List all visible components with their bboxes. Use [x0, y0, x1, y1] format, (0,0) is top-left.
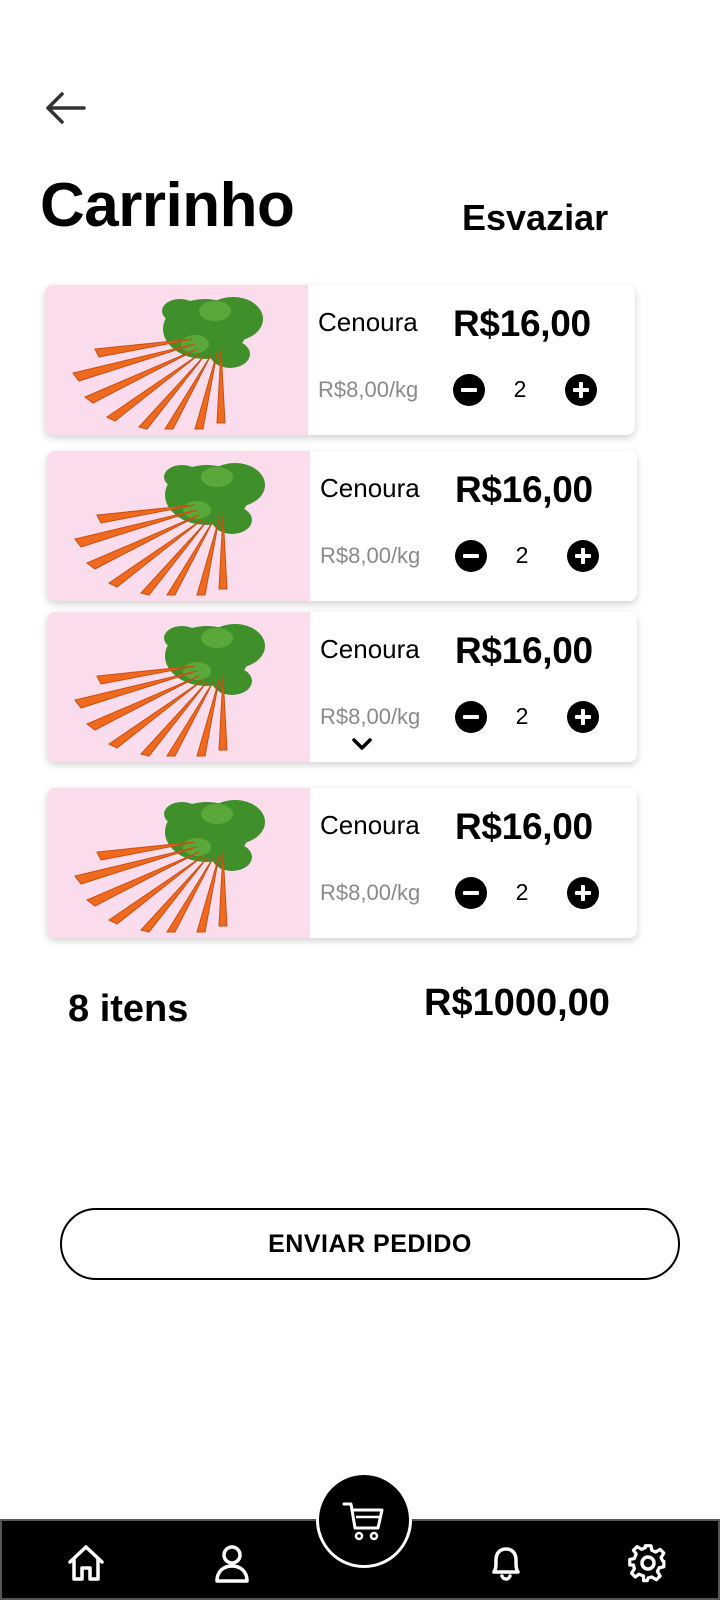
cart-icon: [342, 1502, 384, 1541]
submit-order-button[interactable]: ENVIAR PEDIDO: [60, 1208, 680, 1280]
carrot-image: [45, 285, 308, 435]
increase-quantity-button[interactable]: [567, 701, 599, 733]
item-unit-price: R$8,00/kg: [320, 704, 421, 729]
item-unit-price: R$8,00/kg: [318, 377, 419, 402]
decrease-quantity-button[interactable]: [453, 374, 485, 406]
clear-cart-button[interactable]: Esvaziar: [462, 197, 608, 239]
nav-settings-button[interactable]: [624, 1539, 672, 1587]
quantity-value: 2: [515, 879, 529, 905]
cart-total: R$1000,00: [424, 982, 610, 1024]
nav-profile-button[interactable]: [208, 1539, 256, 1587]
quantity-value: 2: [515, 703, 529, 729]
item-total: R$16,00: [455, 806, 593, 847]
quantity-value: 2: [513, 376, 527, 402]
nav-notifications-button[interactable]: [482, 1539, 530, 1587]
nav-home-button[interactable]: [62, 1539, 110, 1587]
arrow-left-icon: [46, 92, 86, 124]
cart-item: Cenoura R$16,00 R$8,00/kg 2: [47, 451, 637, 601]
increase-quantity-button[interactable]: [567, 877, 599, 909]
cart-item: Cenoura R$16,00 R$8,00/kg 2: [47, 612, 637, 762]
cart-item: Cenoura R$16,00 R$8,00/kg 2: [45, 285, 635, 435]
carrot-image: [47, 612, 310, 762]
item-name: Cenoura: [320, 810, 420, 840]
item-unit-price: R$8,00/kg: [320, 880, 421, 905]
cart-item-details: Cenoura R$16,00 R$8,00/kg 2: [310, 788, 637, 938]
item-total: R$16,00: [455, 630, 593, 671]
carrot-image: [47, 451, 310, 601]
bell-icon: [492, 1547, 520, 1581]
increase-quantity-button[interactable]: [567, 540, 599, 572]
page-title: Carrinho: [40, 171, 295, 240]
cart-item-details: Cenoura R$16,00 R$8,00/kg 2: [310, 612, 637, 762]
item-total: R$16,00: [455, 469, 593, 510]
back-button[interactable]: [38, 86, 90, 130]
cart-item-details: Cenoura R$16,00 R$8,00/kg 2: [308, 285, 635, 435]
user-icon: [215, 1545, 249, 1583]
chevron-down-icon[interactable]: [350, 736, 374, 752]
item-name: Cenoura: [320, 634, 420, 664]
item-total: R$16,00: [453, 303, 591, 344]
cart-item-details: Cenoura R$16,00 R$8,00/kg 2: [310, 451, 637, 601]
cart-item-count: 8 itens: [68, 988, 189, 1030]
decrease-quantity-button[interactable]: [455, 540, 487, 572]
home-icon: [68, 1545, 104, 1581]
gear-icon: [628, 1544, 666, 1583]
carrot-image: [47, 788, 310, 938]
decrease-quantity-button[interactable]: [455, 877, 487, 909]
quantity-value: 2: [515, 542, 529, 568]
item-unit-price: R$8,00/kg: [320, 543, 421, 568]
item-name: Cenoura: [318, 307, 418, 337]
nav-cart-button[interactable]: [316, 1472, 412, 1568]
increase-quantity-button[interactable]: [565, 374, 597, 406]
decrease-quantity-button[interactable]: [455, 701, 487, 733]
cart-item: Cenoura R$16,00 R$8,00/kg 2: [47, 788, 637, 938]
item-name: Cenoura: [320, 473, 420, 503]
